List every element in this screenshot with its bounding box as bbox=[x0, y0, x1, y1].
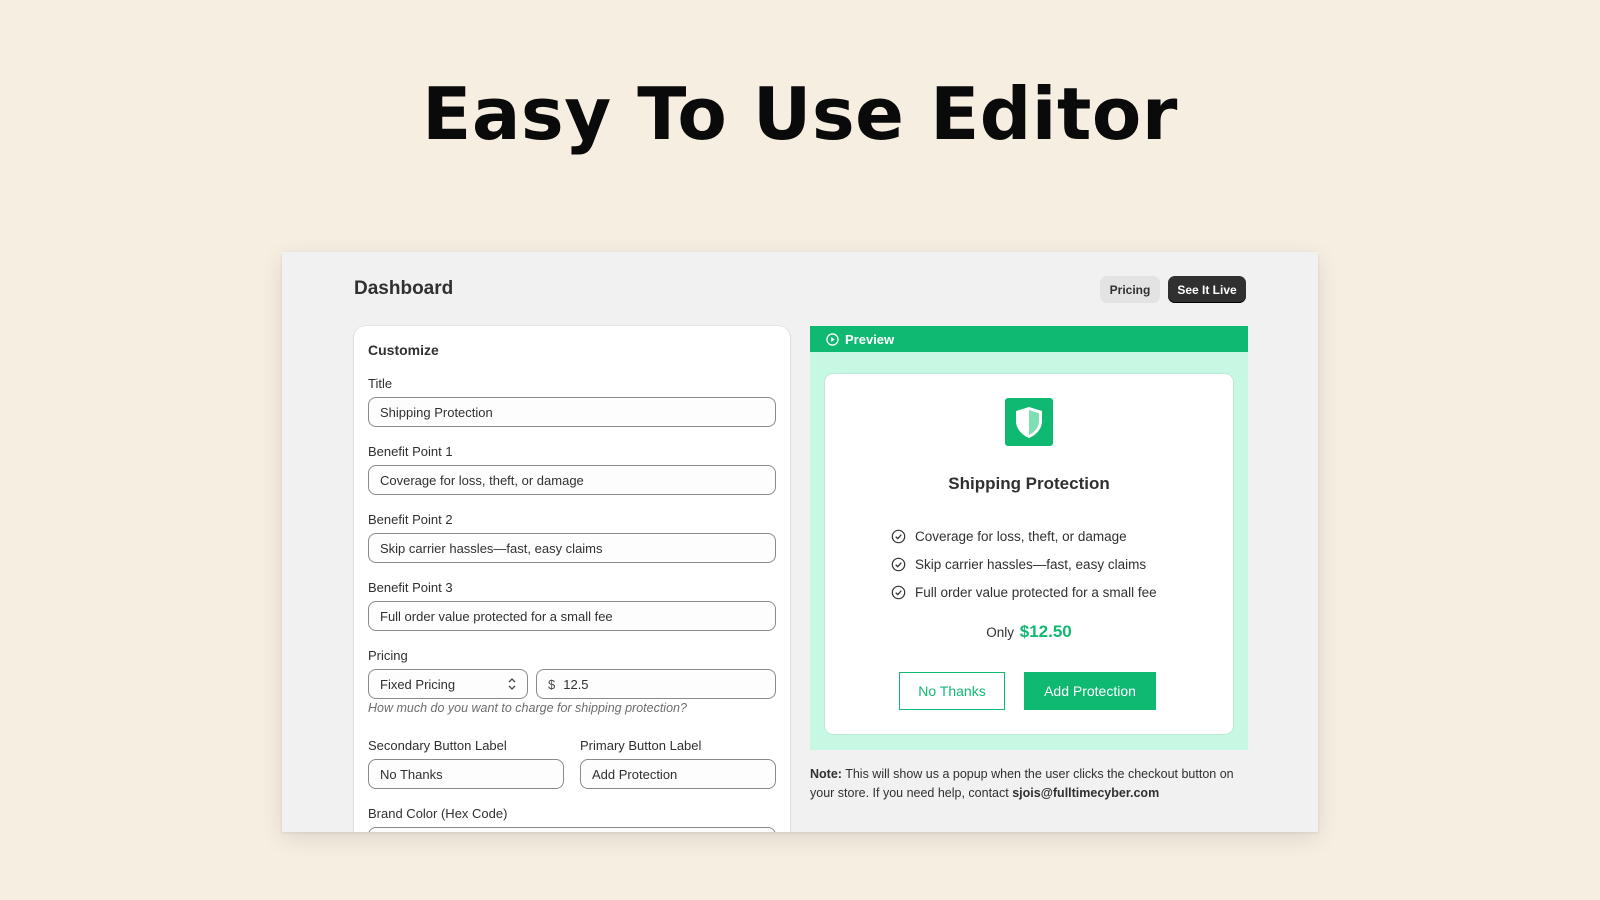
benefit3-input-value: Full order value protected for a small f… bbox=[380, 608, 613, 624]
benefit2-input[interactable]: Skip carrier hassles—fast, easy claims bbox=[368, 533, 776, 563]
page-title: Dashboard bbox=[354, 278, 454, 299]
benefit1-input-value: Coverage for loss, theft, or damage bbox=[380, 472, 584, 488]
check-circle-icon bbox=[891, 585, 906, 600]
price-prefix: Only bbox=[986, 625, 1014, 640]
popup-title: Shipping Protection bbox=[948, 474, 1110, 493]
customize-title: Customize bbox=[368, 342, 439, 358]
benefit-text: Skip carrier hassles—fast, easy claims bbox=[915, 556, 1147, 572]
pricing-help-text: How much do you want to charge for shipp… bbox=[368, 701, 687, 715]
pricing-amount-input[interactable]: $ 12.5 bbox=[536, 669, 776, 699]
benefit2-input-value: Skip carrier hassles—fast, easy claims bbox=[380, 540, 603, 556]
secondary-button-input[interactable]: No Thanks bbox=[368, 759, 564, 789]
preview-bar: Preview bbox=[810, 326, 1248, 352]
price-amount: $12.50 bbox=[1019, 622, 1072, 641]
secondary-button-label: Secondary Button Label bbox=[368, 738, 507, 753]
pricing-type-value: Fixed Pricing bbox=[380, 676, 456, 692]
benefit1-label: Benefit Point 1 bbox=[368, 444, 453, 459]
title-label: Title bbox=[368, 376, 393, 391]
benefit-text: Full order value protected for a small f… bbox=[915, 584, 1157, 600]
preview-panel: Preview Shipping Protection Coverage for… bbox=[810, 326, 1248, 750]
pricing-amount-value: 12.5 bbox=[563, 676, 589, 692]
play-circle-icon bbox=[826, 332, 839, 346]
currency-symbol: $ bbox=[548, 676, 556, 692]
title-input-value: Shipping Protection bbox=[380, 404, 493, 420]
benefit3-input[interactable]: Full order value protected for a small f… bbox=[368, 601, 776, 631]
list-item: Skip carrier hassles—fast, easy claims bbox=[891, 550, 1157, 578]
check-circle-icon bbox=[891, 557, 906, 572]
select-arrows-icon bbox=[508, 678, 516, 690]
benefit3-label: Benefit Point 3 bbox=[368, 580, 453, 595]
benefit1-input[interactable]: Coverage for loss, theft, or damage bbox=[368, 465, 776, 495]
primary-button-input-value: Add Protection bbox=[592, 766, 678, 782]
preview-label: Preview bbox=[845, 331, 895, 347]
shield-logo bbox=[1005, 398, 1053, 446]
check-circle-icon bbox=[891, 529, 906, 544]
popup-preview: Shipping Protection Coverage for loss, t… bbox=[825, 374, 1233, 734]
pricing-button[interactable]: Pricing bbox=[1100, 276, 1160, 303]
hero-title: Easy To Use Editor bbox=[422, 72, 1178, 156]
see-it-live-button[interactable]: See It Live bbox=[1168, 276, 1246, 303]
brand-color-input[interactable] bbox=[368, 827, 776, 832]
primary-button-input[interactable]: Add Protection bbox=[580, 759, 776, 789]
shield-icon bbox=[1016, 407, 1042, 438]
pricing-type-select[interactable]: Fixed Pricing bbox=[368, 669, 528, 699]
price-line: Only $12.50 bbox=[825, 622, 1233, 642]
benefit-text: Coverage for loss, theft, or damage bbox=[915, 528, 1127, 544]
benefit2-label: Benefit Point 2 bbox=[368, 512, 453, 527]
list-item: Full order value protected for a small f… bbox=[891, 578, 1157, 606]
add-protection-button[interactable]: Add Protection bbox=[1024, 672, 1156, 710]
title-input[interactable]: Shipping Protection bbox=[368, 397, 776, 427]
brand-color-label: Brand Color (Hex Code) bbox=[368, 806, 508, 821]
secondary-button-input-value: No Thanks bbox=[380, 766, 443, 782]
list-item: Coverage for loss, theft, or damage bbox=[891, 522, 1157, 550]
help-note: Note: This will show us a popup when the… bbox=[810, 765, 1250, 803]
benefit-list: Coverage for loss, theft, or damage Skip… bbox=[891, 522, 1157, 606]
customize-card: Customize Title Shipping Protection Bene… bbox=[354, 326, 790, 832]
no-thanks-button[interactable]: No Thanks bbox=[899, 672, 1005, 710]
pricing-label: Pricing bbox=[368, 648, 408, 663]
contact-email: sjois@fulltimecyber.com bbox=[1012, 786, 1160, 800]
app-window: Dashboard Pricing See It Live Customize … bbox=[282, 252, 1318, 832]
primary-button-label: Primary Button Label bbox=[580, 738, 702, 753]
note-label: Note: bbox=[810, 767, 842, 781]
